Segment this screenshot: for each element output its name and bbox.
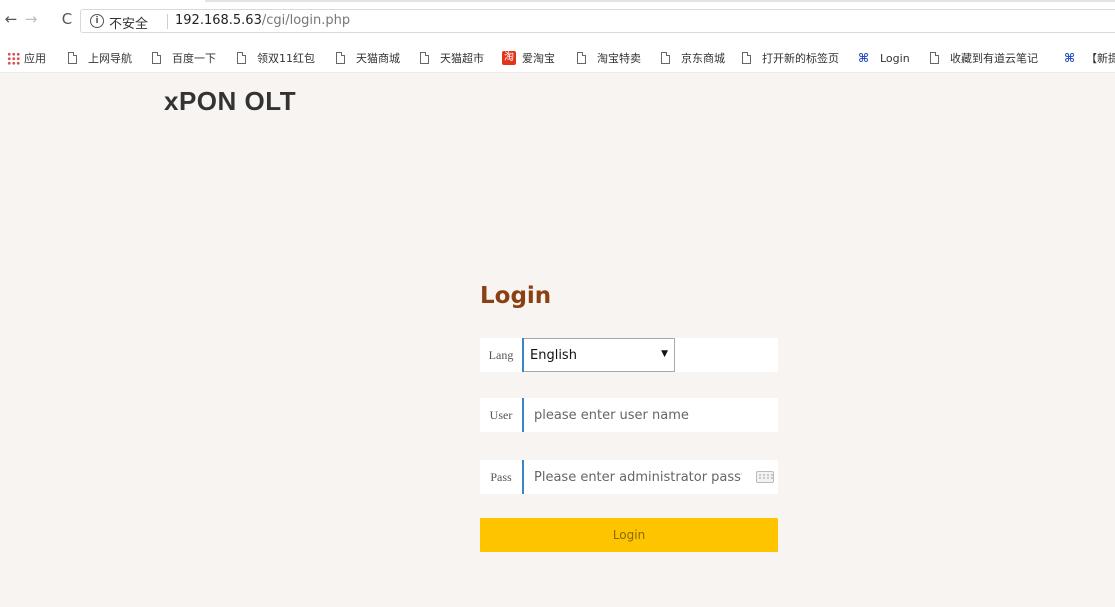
browser-toolbar: ← → C i 不安全 192.168.5.63/cgi/login.php bbox=[0, 0, 1115, 45]
page-icon bbox=[152, 52, 161, 64]
info-icon[interactable]: i bbox=[90, 14, 104, 28]
bookmarks-bar: 应用 上网导航 百度一下 领双11红包 天猫商城 天猫超市 淘 爱淘宝 淘宝特卖… bbox=[0, 44, 1115, 73]
bookmark-label: 领双11红包 bbox=[257, 52, 315, 65]
brand-icon: ⌘ bbox=[858, 51, 870, 65]
page-icon bbox=[742, 52, 751, 64]
user-row: User bbox=[480, 398, 778, 432]
address-separator bbox=[167, 14, 168, 29]
bookmark-label: 打开新的标签页 bbox=[762, 52, 839, 65]
brand-icon: ⌘ bbox=[1064, 51, 1076, 65]
bookmark-label: 天猫超市 bbox=[440, 52, 484, 65]
login-button[interactable]: Login bbox=[480, 518, 778, 552]
bookmark-label: 收藏到有道云笔记 bbox=[950, 52, 1038, 65]
user-label: User bbox=[480, 398, 524, 432]
bookmark-label: 淘宝特卖 bbox=[597, 52, 641, 65]
bookmark-label: 上网导航 bbox=[88, 52, 132, 65]
apps-grid-icon bbox=[7, 52, 20, 65]
password-input[interactable] bbox=[528, 460, 748, 494]
url-path: /cgi/login.php bbox=[261, 13, 351, 28]
tab-strip bbox=[205, 0, 1115, 2]
app-title: xPON OLT bbox=[164, 86, 297, 116]
taobao-icon: 淘 bbox=[502, 51, 516, 65]
bookmark-label: 应用 bbox=[24, 52, 46, 65]
page-icon bbox=[336, 52, 345, 64]
bookmark-label: 百度一下 bbox=[172, 52, 216, 65]
page-icon bbox=[420, 52, 429, 64]
language-select-value: English bbox=[530, 348, 577, 363]
reload-icon[interactable]: C bbox=[58, 10, 76, 28]
dropdown-arrow-icon: ▼ bbox=[661, 349, 668, 359]
url-text[interactable]: 192.168.5.63/cgi/login.php bbox=[175, 13, 350, 28]
bookmark-label: 天猫商城 bbox=[356, 52, 400, 65]
language-select[interactable]: English ▼ bbox=[524, 338, 675, 372]
lang-label: Lang bbox=[480, 338, 524, 372]
bookmark-label: Login bbox=[880, 52, 910, 65]
address-bar[interactable]: i 不安全 192.168.5.63/cgi/login.php bbox=[80, 9, 1115, 33]
keyboard-icon[interactable] bbox=[756, 471, 774, 483]
password-row: Pass bbox=[480, 460, 778, 494]
page-icon bbox=[68, 52, 77, 64]
login-heading: Login bbox=[480, 283, 552, 309]
security-label[interactable]: 不安全 bbox=[109, 13, 148, 32]
page-icon bbox=[930, 52, 939, 64]
page-icon bbox=[237, 52, 246, 64]
url-host: 192.168.5.63 bbox=[175, 13, 262, 28]
page-icon bbox=[661, 52, 670, 64]
bookmark-label: 【新提 bbox=[1086, 52, 1115, 65]
language-row: Lang English ▼ bbox=[480, 338, 778, 372]
forward-arrow-icon[interactable]: → bbox=[22, 10, 40, 28]
back-arrow-icon[interactable]: ← bbox=[2, 10, 20, 28]
page-icon bbox=[577, 52, 586, 64]
username-input[interactable] bbox=[528, 398, 772, 432]
bookmark-label: 爱淘宝 bbox=[522, 52, 555, 65]
bookmark-label: 京东商城 bbox=[681, 52, 725, 65]
pass-label: Pass bbox=[480, 460, 524, 494]
